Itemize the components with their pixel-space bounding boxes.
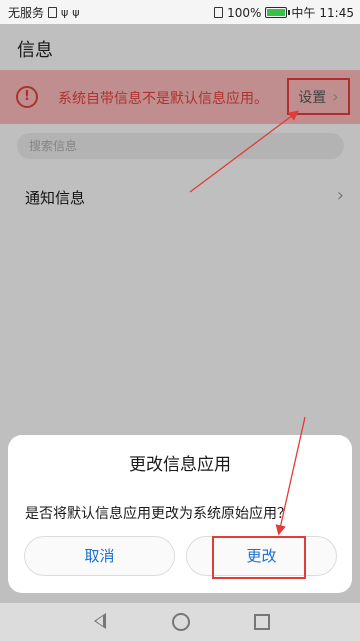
status-bar: 无服务 ψ ψ 100% 中午 11:45 [0,0,360,24]
network-text: 中午 [291,6,316,20]
system-nav-bar [0,603,360,641]
battery-percent: 100% [227,5,262,20]
change-button-highlight [212,536,306,579]
battery-icon [265,7,291,18]
status-left: 无服务 ψ ψ [8,4,80,21]
home-icon[interactable] [172,613,190,631]
sim-icon [48,7,58,18]
usb-debug-icon: ψ [72,6,80,19]
recent-apps-icon[interactable] [254,614,270,630]
usb-icon: ψ [61,6,69,19]
cancel-button[interactable]: 取消 [24,536,175,576]
clock: 11:45 [319,5,354,20]
sim-card-icon [214,7,224,18]
status-right: 100% 中午 11:45 [214,4,354,21]
carrier-text: 无服务 [8,6,45,20]
dialog-message: 是否将默认信息应用更改为系统原始应用？ [25,506,291,522]
back-icon[interactable] [94,613,106,629]
dialog-title: 更改信息应用 [129,455,231,475]
